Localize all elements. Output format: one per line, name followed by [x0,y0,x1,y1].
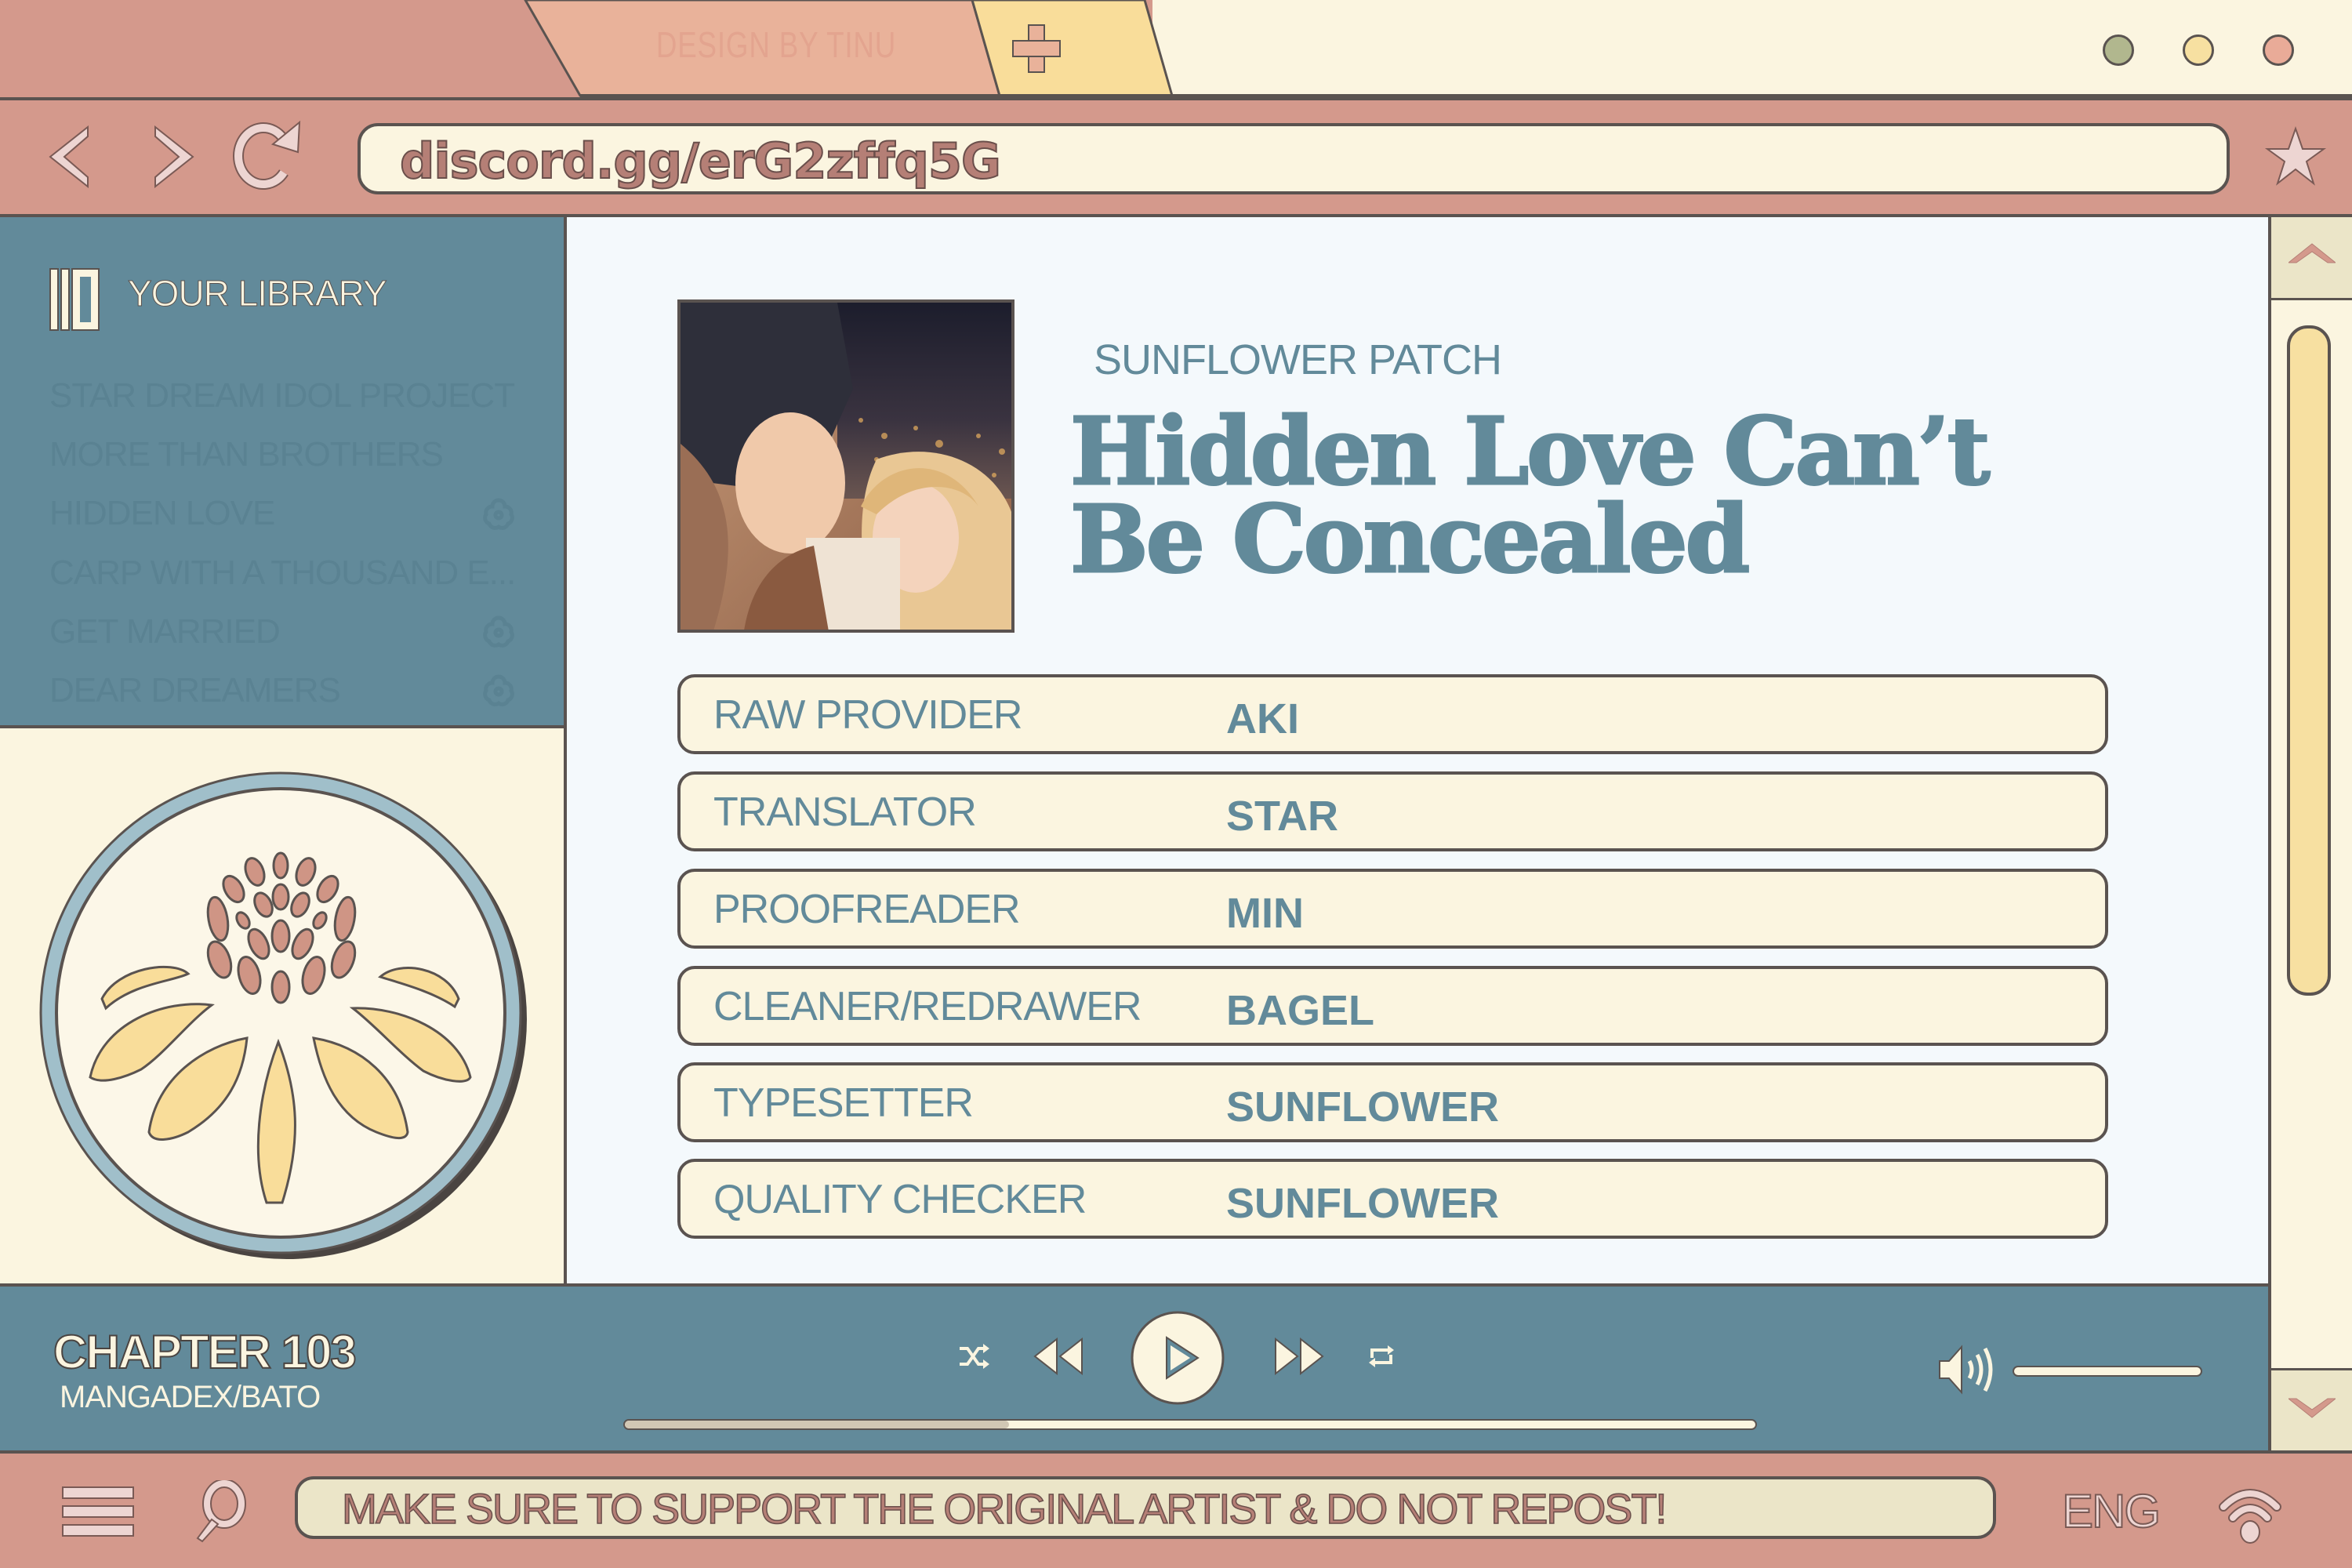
flower-icon [483,674,514,706]
credit-name: AKI [1226,695,1299,742]
volume-icon[interactable] [1936,1342,1999,1397]
credit-role: CLEANER/REDRAWER [713,984,1142,1029]
credit-role: TRANSLATOR [713,789,977,835]
credit-role: QUALITY CHECKER [713,1177,1087,1222]
logo-panel [0,725,567,1283]
notice-text: MAKE SURE TO SUPPORT THE ORIGINAL ARTIST… [341,1485,1668,1534]
bookmark-star-icon[interactable] [2264,125,2327,188]
window-maximize-button[interactable] [2183,34,2214,66]
credit-row: TYPESETTER SUNFLOWER [677,1062,2108,1142]
window-close-button[interactable] [2263,34,2294,66]
credit-name: BAGEL [1226,987,1374,1034]
chapter-progress-fill [625,1421,1010,1428]
chevron-up-icon [2288,243,2336,263]
shuffle-icon[interactable] [958,1342,989,1370]
library-item[interactable]: DEAR DREAMERS [49,671,341,710]
url-text: discord.gg/erG2zffq5G [399,132,1002,191]
cover-illustration [681,303,1011,630]
library-item[interactable]: GET MARRIED [49,612,281,652]
source-label: MANGADEX/BATO [60,1380,321,1414]
library-item[interactable]: STAR DREAM IDOL PROJECT [49,376,515,416]
volume-slider[interactable] [2013,1366,2202,1377]
chapter-progress-bar[interactable] [623,1419,1757,1430]
scroll-down-button[interactable] [2268,1368,2352,1450]
credit-name: SUNFLOWER [1226,1083,1499,1131]
menu-icon[interactable] [61,1486,135,1537]
rewind-icon[interactable] [1033,1338,1083,1375]
credit-row: PROOFREADER MIN [677,869,2108,949]
tab-label: DESIGN BY TINU [655,24,897,65]
scrollbar-thumb[interactable] [2287,325,2331,996]
language-indicator[interactable]: ENG [2061,1484,2161,1538]
sunflower-logo [39,771,527,1259]
credit-role: RAW PROVIDER [713,692,1022,738]
repeat-icon[interactable] [1367,1342,1396,1370]
scroll-up-button[interactable] [2268,217,2352,300]
forward-icon[interactable] [146,125,201,188]
credit-role: PROOFREADER [713,887,1021,932]
series-title-line-2: Be Concealed [1069,485,1751,593]
credit-role: TYPESETTER [713,1080,974,1126]
library-item[interactable]: CARP WITH A THOUSAND E... [49,554,516,593]
series-title: Hidden Love Can’t Be Concealed [1069,397,2168,593]
back-icon[interactable] [45,125,100,188]
credit-name: STAR [1226,793,1338,840]
credit-row: QUALITY CHECKER SUNFLOWER [677,1159,2108,1239]
group-name: SUNFLOWER PATCH [1094,336,1502,383]
library-item[interactable]: MORE THAN BROTHERS [49,435,444,474]
window-minimize-button[interactable] [2103,34,2134,66]
reload-icon[interactable] [229,118,307,196]
library-title: YOUR LIBRARY [128,273,388,314]
credit-row: CLEANER/REDRAWER BAGEL [677,966,2108,1046]
library-icon [49,268,100,331]
credit-row: RAW PROVIDER AKI [677,674,2108,754]
credit-name: SUNFLOWER [1226,1180,1499,1227]
play-button[interactable] [1129,1309,1227,1407]
chapter-label: CHAPTER 103 [53,1325,358,1379]
fast-forward-icon[interactable] [1274,1338,1324,1375]
library-item[interactable]: HIDDEN LOVE [49,494,275,533]
search-icon[interactable] [188,1480,251,1543]
sidebar-library: YOUR LIBRARY STAR DREAM IDOL PROJECT MOR… [0,217,567,725]
notice-bar: MAKE SURE TO SUPPORT THE ORIGINAL ARTIST… [295,1476,1996,1539]
chevron-down-icon [2288,1398,2336,1418]
url-input[interactable]: discord.gg/erG2zffq5G [358,123,2230,194]
new-tab-button[interactable] [971,0,1174,97]
wifi-icon[interactable] [2217,1480,2283,1546]
credit-row: TRANSLATOR STAR [677,771,2108,851]
credit-name: MIN [1226,890,1304,937]
flower-icon [483,615,514,648]
flower-icon [483,498,514,530]
tabs-graphic [524,0,2352,97]
cover-image [677,299,1014,633]
series-title-line-1: Hidden Love Can’t [1069,397,1991,506]
